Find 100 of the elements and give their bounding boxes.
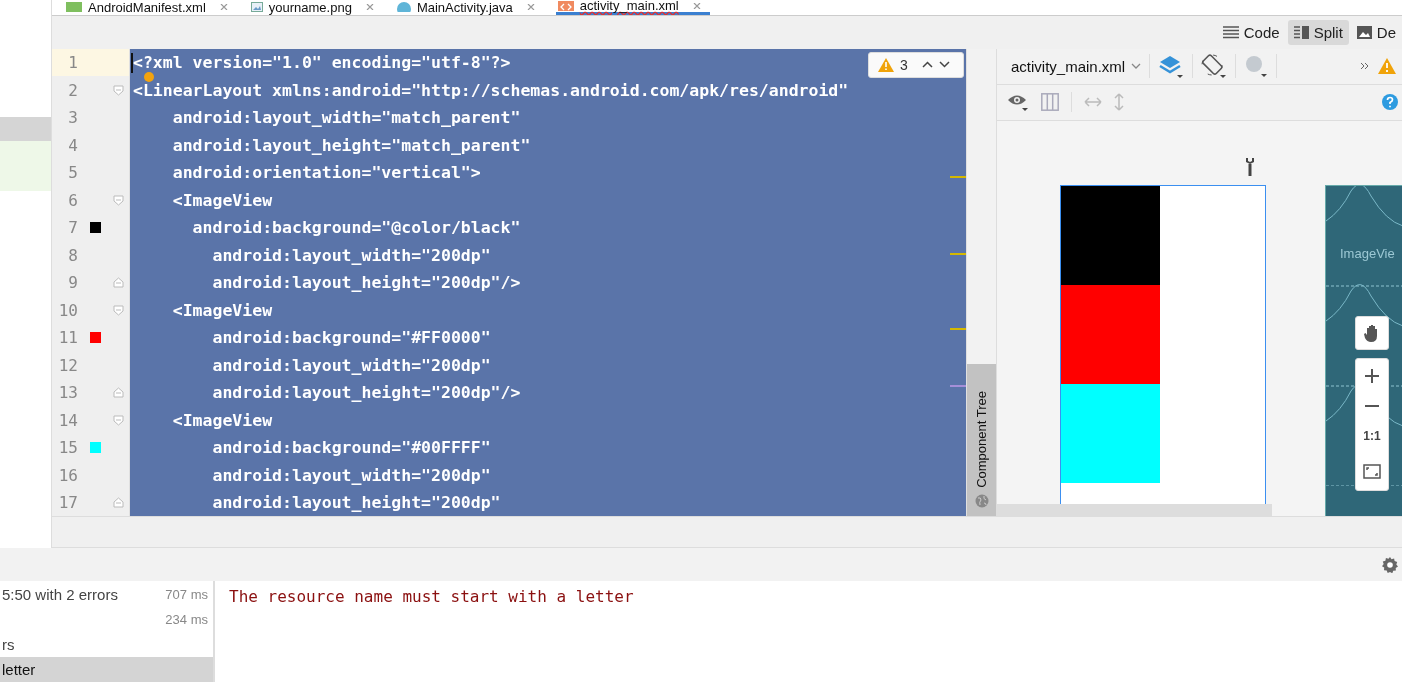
code-line: <LinearLayout xmlns:android="http://schemas.android.com/apk/res/android" bbox=[133, 81, 849, 99]
fold-icon[interactable] bbox=[112, 194, 124, 206]
fold-icon[interactable] bbox=[112, 304, 124, 316]
line-number: 5 bbox=[67, 163, 78, 183]
view-mode-button[interactable]: De bbox=[1350, 19, 1402, 45]
component-label: ImageVie bbox=[1340, 245, 1395, 261]
line-number: 2 bbox=[67, 80, 78, 100]
line-number: 6 bbox=[67, 190, 78, 210]
file-tab[interactable]: MainActivity.java bbox=[394, 0, 544, 15]
build-error-message: The resource name must start with a letter bbox=[229, 587, 634, 606]
settings-icon[interactable] bbox=[1382, 556, 1398, 573]
line-number: 8 bbox=[67, 245, 78, 265]
build-tree-row[interactable]: 234 ms bbox=[0, 607, 213, 632]
build-tree-row[interactable]: rs bbox=[0, 632, 213, 657]
line-number: 4 bbox=[67, 135, 78, 155]
line-number: 12 bbox=[57, 355, 78, 375]
component-tree-tab[interactable]: Component Tree bbox=[967, 363, 996, 516]
code-line: android:layout_height="200dp" bbox=[211, 494, 501, 512]
fold-icon[interactable] bbox=[112, 497, 124, 509]
build-step-label: rs bbox=[1, 636, 15, 653]
code-line: android:background="#FF0000" bbox=[211, 329, 491, 347]
class-file-icon bbox=[396, 2, 411, 13]
line-number: 11 bbox=[57, 328, 78, 348]
manifest-file-icon bbox=[66, 2, 82, 13]
help-icon[interactable] bbox=[1382, 94, 1398, 111]
hand-icon bbox=[1364, 323, 1380, 342]
build-tree-row[interactable]: 5:50 with 2 errors 707 ms bbox=[0, 582, 213, 607]
warning-count: 3 bbox=[900, 56, 908, 73]
code-line: android:layout_height="match_parent" bbox=[171, 136, 531, 154]
code-line: android:layout_width="200dp" bbox=[211, 356, 491, 374]
tab-label: yourname.png bbox=[268, 0, 352, 14]
code-line: android:layout_width="match_parent" bbox=[171, 109, 521, 127]
view-mode-button[interactable]: Split bbox=[1287, 19, 1349, 45]
lines-icon bbox=[1222, 25, 1239, 39]
code-line: android:layout_width="200dp" bbox=[211, 246, 491, 264]
line-number: 14 bbox=[57, 410, 78, 430]
chevron-up-icon[interactable] bbox=[921, 61, 933, 69]
stripe-mark[interactable] bbox=[950, 175, 966, 178]
file-tab[interactable]: yourname.png bbox=[248, 0, 383, 15]
close-icon[interactable] bbox=[219, 4, 229, 11]
chevron-down-icon[interactable] bbox=[938, 61, 950, 69]
build-tree-row[interactable]: letter bbox=[0, 657, 213, 682]
line-number: 16 bbox=[57, 465, 78, 485]
layers-icon[interactable] bbox=[1158, 54, 1185, 79]
code-line: android:layout_height="200dp"/> bbox=[211, 384, 521, 402]
fold-icon[interactable] bbox=[112, 277, 124, 289]
file-dropdown[interactable]: activity_main.xml bbox=[1011, 57, 1142, 75]
code-line: android:layout_width="200dp" bbox=[211, 466, 491, 484]
build-step-label: 5:50 with 2 errors bbox=[1, 586, 118, 603]
build-step-label: letter bbox=[1, 661, 36, 678]
line-number: 9 bbox=[67, 273, 78, 293]
warning-icon[interactable] bbox=[1378, 58, 1396, 75]
stripe-mark[interactable] bbox=[950, 384, 966, 387]
bulb-icon[interactable] bbox=[144, 72, 154, 83]
fit-screen-icon[interactable] bbox=[1363, 464, 1381, 480]
file-tab[interactable]: AndroidManifest.xml bbox=[64, 0, 237, 15]
code-line: android:layout_height="200dp"/> bbox=[211, 274, 521, 292]
vertical-arrows-icon[interactable] bbox=[1114, 93, 1124, 112]
text-caret bbox=[131, 52, 133, 73]
fold-icon[interactable] bbox=[112, 84, 124, 96]
warning-icon bbox=[878, 57, 894, 72]
duration-label: 707 ms bbox=[165, 587, 208, 602]
horizontal-arrows-icon[interactable] bbox=[1084, 97, 1102, 108]
tab-label: MainActivity.java bbox=[416, 0, 513, 14]
split-view-icon bbox=[1293, 25, 1309, 39]
fold-icon[interactable] bbox=[112, 414, 124, 426]
close-icon[interactable] bbox=[365, 4, 375, 11]
code-line: <?xml version="1.0" encoding="utf-8"?> bbox=[133, 54, 511, 72]
line-number: 1 bbox=[67, 53, 78, 73]
inspection-widget[interactable]: 3 bbox=[868, 51, 964, 78]
eye-icon[interactable] bbox=[1007, 93, 1029, 112]
pan-button[interactable] bbox=[1355, 315, 1389, 350]
tab-label: AndroidManifest.xml bbox=[88, 0, 206, 14]
duration-label: 234 ms bbox=[165, 612, 208, 627]
view-mode-button[interactable]: Code bbox=[1216, 19, 1286, 45]
stripe-mark[interactable] bbox=[950, 327, 966, 330]
code-line: android:background="#00FFFF" bbox=[211, 439, 491, 457]
columns-icon[interactable] bbox=[1041, 93, 1059, 112]
globe-icon bbox=[974, 493, 989, 508]
zoom-out-icon[interactable] bbox=[1365, 404, 1379, 409]
tab-label: activity_main.xml bbox=[579, 0, 679, 13]
code-line: <ImageView bbox=[171, 191, 273, 209]
stripe-mark[interactable] bbox=[950, 252, 966, 255]
line-number: 3 bbox=[67, 108, 78, 128]
rotate-device-icon[interactable] bbox=[1201, 53, 1228, 80]
fold-icon[interactable] bbox=[112, 387, 124, 399]
line-number: 10 bbox=[57, 300, 78, 320]
wrench-icon[interactable] bbox=[1245, 157, 1255, 176]
line-number: 15 bbox=[57, 438, 78, 458]
close-icon[interactable] bbox=[692, 2, 702, 9]
actual-size-button[interactable]: 1:1 bbox=[1363, 429, 1381, 444]
code-line: <ImageView bbox=[171, 301, 273, 319]
double-chevron-icon[interactable] bbox=[1360, 62, 1370, 71]
theme-icon[interactable] bbox=[1244, 54, 1269, 79]
code-line: android:background="@color/black" bbox=[191, 219, 521, 237]
close-icon[interactable] bbox=[526, 4, 536, 11]
image-icon bbox=[1356, 25, 1372, 39]
line-number: 7 bbox=[67, 218, 78, 238]
zoom-in-icon[interactable] bbox=[1365, 369, 1379, 384]
code-line: <ImageView bbox=[171, 411, 273, 429]
